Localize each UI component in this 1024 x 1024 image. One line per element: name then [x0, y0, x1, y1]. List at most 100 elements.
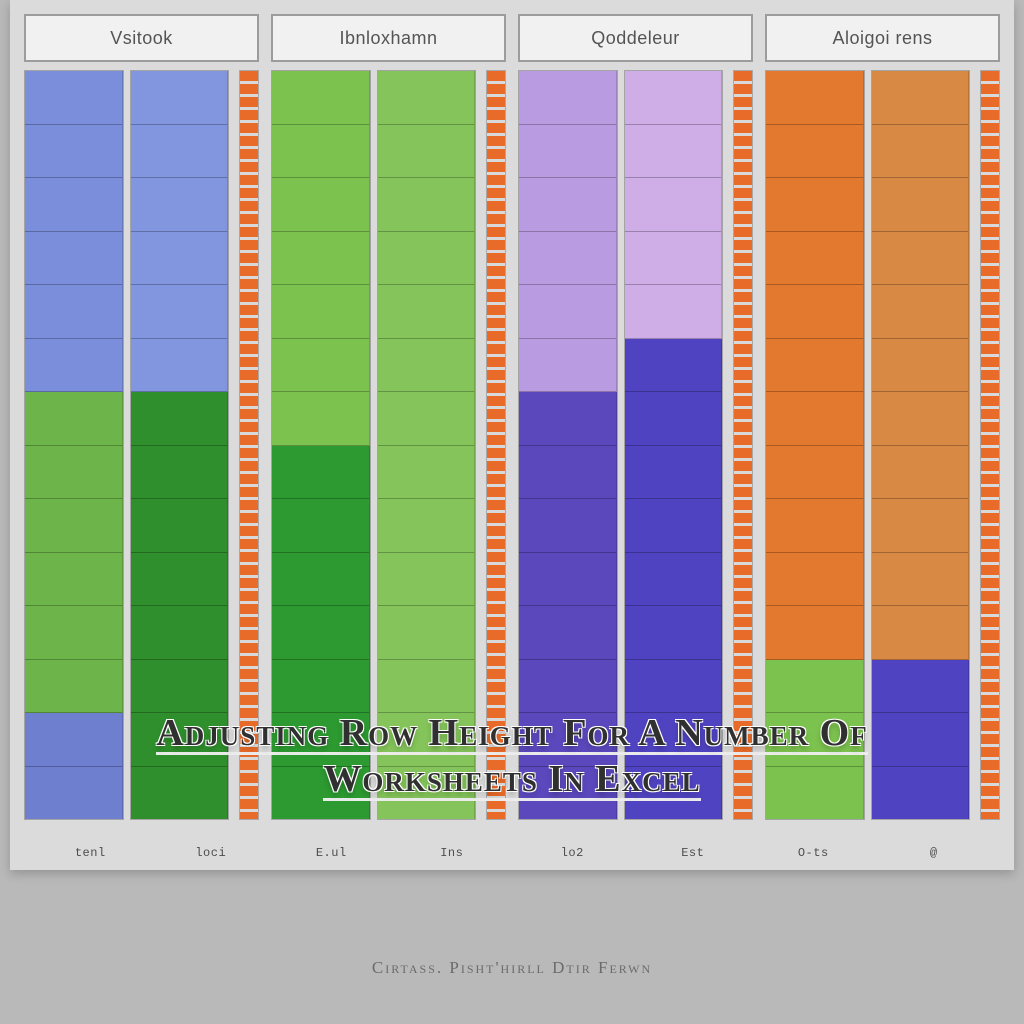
panel: Aloigoi rens: [765, 14, 1000, 820]
cell: [272, 660, 370, 714]
cell: [131, 553, 229, 607]
cell: [872, 71, 970, 125]
cell: [25, 178, 123, 232]
cell: [625, 125, 723, 179]
cell: [766, 339, 864, 393]
cell: [519, 125, 617, 179]
column: [518, 70, 618, 820]
cell: [519, 71, 617, 125]
cell: [872, 232, 970, 286]
panel-header: Aloigoi rens: [765, 14, 1000, 62]
panel-body: [271, 70, 506, 820]
cell: [272, 446, 370, 500]
column: [765, 70, 865, 820]
panel-header: Vsitook: [24, 14, 259, 62]
panel: Ibnloxhamn: [271, 14, 506, 820]
cell: [25, 71, 123, 125]
panel-body: [24, 70, 259, 820]
ruler-icon: [733, 70, 753, 820]
cell: [519, 606, 617, 660]
cell: [519, 660, 617, 714]
cell: [378, 392, 476, 446]
column: [624, 70, 724, 820]
ruler-icon: [486, 70, 506, 820]
cell: [25, 606, 123, 660]
caption: Cirtass. Pisht'hirll Dtir Ferwn: [172, 958, 852, 984]
cell: [25, 339, 123, 393]
cell: [378, 232, 476, 286]
cell: [625, 232, 723, 286]
cell: [872, 606, 970, 660]
ruler-icon: [239, 70, 259, 820]
cell: [766, 553, 864, 607]
cell: [378, 553, 476, 607]
cell: [378, 660, 476, 714]
cell: [872, 553, 970, 607]
cell: [378, 71, 476, 125]
cell: [766, 71, 864, 125]
axis-tick: @: [874, 846, 995, 860]
cell: [766, 446, 864, 500]
panel-header: Qoddeleur: [518, 14, 753, 62]
axis-tick: Ins: [392, 846, 513, 860]
axis-labels: tenllociE.ulInslo2EstO-ts@: [10, 846, 1014, 860]
cell: [131, 499, 229, 553]
cell: [378, 499, 476, 553]
cell: [519, 285, 617, 339]
cell: [25, 285, 123, 339]
panel: Qoddeleur: [518, 14, 753, 820]
cell: [519, 232, 617, 286]
cell: [872, 125, 970, 179]
panel-body: [765, 70, 1000, 820]
cell: [378, 285, 476, 339]
cell: [519, 446, 617, 500]
axis-tick: E.ul: [271, 846, 392, 860]
axis-tick: O-ts: [753, 846, 874, 860]
cell: [625, 339, 723, 393]
cell: [872, 446, 970, 500]
cell: [625, 446, 723, 500]
cell: [519, 499, 617, 553]
cell: [625, 499, 723, 553]
cell: [131, 285, 229, 339]
cell: [131, 232, 229, 286]
cell: [872, 499, 970, 553]
cell: [272, 339, 370, 393]
cell: [25, 125, 123, 179]
cell: [872, 339, 970, 393]
cell: [519, 178, 617, 232]
cell: [766, 499, 864, 553]
cell: [272, 125, 370, 179]
cell: [131, 660, 229, 714]
cell: [272, 178, 370, 232]
cell: [131, 71, 229, 125]
panel: Vsitook: [24, 14, 259, 820]
ruler-icon: [980, 70, 1000, 820]
cell: [766, 178, 864, 232]
cell: [378, 446, 476, 500]
cell: [766, 392, 864, 446]
cell: [519, 339, 617, 393]
cell: [25, 232, 123, 286]
cell: [625, 285, 723, 339]
column: [24, 70, 124, 820]
cell: [131, 178, 229, 232]
cell: [25, 392, 123, 446]
cell: [766, 606, 864, 660]
cell: [519, 553, 617, 607]
panel-body: [518, 70, 753, 820]
overlay-title: Adjusting Row Height For A Number Of Wor…: [82, 710, 942, 803]
cell: [872, 660, 970, 714]
cell: [378, 339, 476, 393]
cell: [519, 392, 617, 446]
cell: [766, 660, 864, 714]
cell: [766, 125, 864, 179]
cell: [272, 553, 370, 607]
cell: [272, 392, 370, 446]
cell: [131, 606, 229, 660]
cell: [131, 125, 229, 179]
cell: [272, 499, 370, 553]
cell: [25, 553, 123, 607]
axis-tick: lo2: [512, 846, 633, 860]
column: [271, 70, 371, 820]
